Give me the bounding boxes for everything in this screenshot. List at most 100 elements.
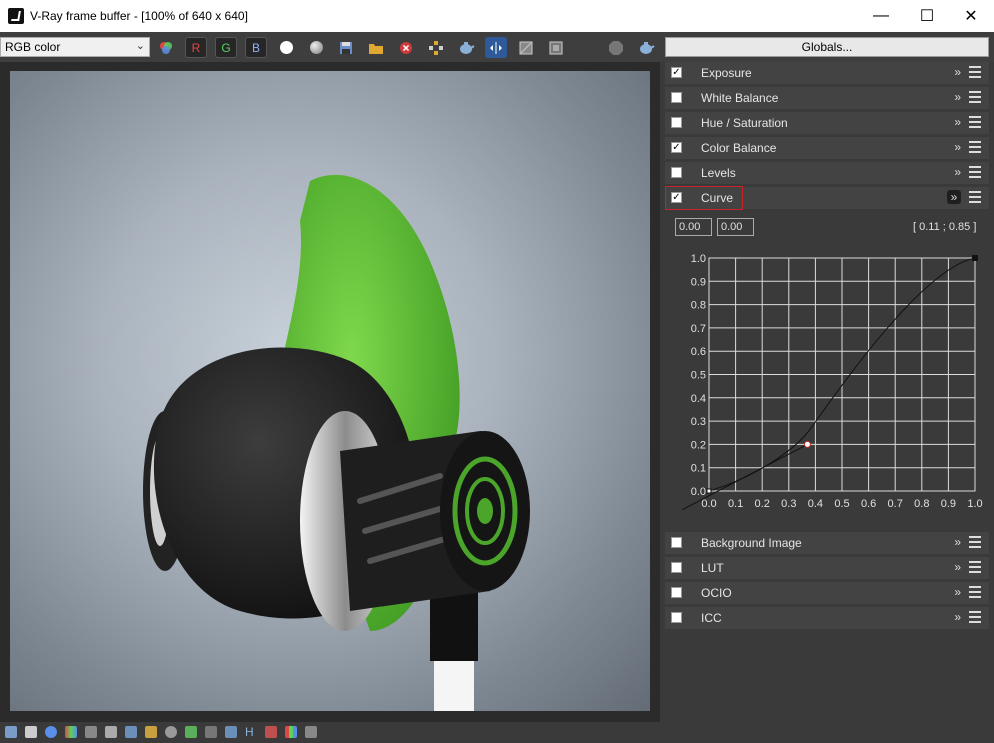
- menu-icon[interactable]: [969, 611, 981, 623]
- menu-icon[interactable]: [969, 166, 981, 178]
- curve-point-y-input[interactable]: 0.00: [717, 218, 754, 236]
- expand-chevrons-icon[interactable]: »: [954, 560, 961, 574]
- x-tick-label: 0.8: [914, 498, 929, 510]
- collapse-chevrons-icon[interactable]: »: [947, 190, 961, 204]
- render-button[interactable]: [455, 37, 477, 58]
- expand-chevrons-icon[interactable]: »: [954, 610, 961, 624]
- track-mouse-button[interactable]: [425, 37, 447, 58]
- menu-icon[interactable]: [969, 586, 981, 598]
- section-label: Hue / Saturation: [701, 116, 788, 130]
- section-label: ICC: [701, 611, 722, 625]
- stop-render-button[interactable]: [605, 37, 627, 58]
- alpha-button[interactable]: [275, 37, 297, 58]
- curve-icon[interactable]: [145, 726, 157, 738]
- expand-chevrons-icon[interactable]: »: [954, 65, 961, 79]
- background-image-checkbox[interactable]: [671, 537, 682, 548]
- y-tick-label: 0.3: [691, 416, 706, 428]
- lut-checkbox[interactable]: [671, 562, 682, 573]
- section-color-balance[interactable]: ✓ Color Balance »: [665, 137, 989, 159]
- lut-icon[interactable]: [225, 726, 237, 738]
- close-button[interactable]: ✕: [948, 0, 994, 32]
- section-ocio[interactable]: OCIO »: [665, 582, 989, 604]
- section-curve[interactable]: ✓ Curve »: [665, 186, 989, 210]
- menu-icon[interactable]: [969, 191, 981, 203]
- section-label: Levels: [701, 166, 736, 180]
- menu-icon[interactable]: [969, 141, 981, 153]
- curve-graph[interactable]: 0.0 0.1 0.2 0.3 0.4 0.5 0.6 0.7 0.8 0.9 1.0 0.0 0.1 0…: [665, 245, 989, 520]
- history-button[interactable]: [515, 37, 537, 58]
- expand-chevrons-icon[interactable]: »: [954, 165, 961, 179]
- rendered-image[interactable]: [10, 71, 650, 711]
- color-channels-icon[interactable]: [155, 37, 177, 58]
- info-icon[interactable]: [45, 726, 57, 738]
- y-tick-label: 1.0: [691, 253, 706, 265]
- exposure-checkbox[interactable]: ✓: [671, 67, 682, 78]
- chevron-down-icon: ⌄: [135, 40, 145, 52]
- menu-icon[interactable]: [969, 561, 981, 573]
- color-icon[interactable]: [65, 726, 77, 738]
- minimize-button[interactable]: —: [858, 0, 904, 32]
- clear-x-icon: [400, 41, 412, 54]
- menu-icon[interactable]: [969, 116, 981, 128]
- color-balance-checkbox[interactable]: ✓: [671, 142, 682, 153]
- section-background-image[interactable]: Background Image »: [665, 532, 989, 554]
- settings-icon[interactable]: [305, 726, 317, 738]
- menu-icon[interactable]: [969, 66, 981, 78]
- stereo-icon[interactable]: [265, 726, 277, 738]
- curve-editor-icon[interactable]: [205, 726, 217, 738]
- expand-chevrons-icon[interactable]: »: [954, 585, 961, 599]
- menu-icon[interactable]: [969, 536, 981, 548]
- white-balance-checkbox[interactable]: [671, 92, 682, 103]
- region-render-button[interactable]: [545, 37, 567, 58]
- render-history-icon[interactable]: [5, 726, 17, 738]
- levels-checkbox[interactable]: [671, 167, 682, 178]
- section-exposure[interactable]: ✓ Exposure »: [665, 62, 989, 84]
- compare-button[interactable]: [485, 37, 507, 58]
- section-icc[interactable]: ICC »: [665, 607, 989, 629]
- exposure-icon[interactable]: [165, 726, 177, 738]
- green-channel-button[interactable]: G: [215, 37, 237, 58]
- x-tick-label: 0.0: [701, 498, 716, 510]
- section-lut[interactable]: LUT »: [665, 557, 989, 579]
- globals-button[interactable]: Globals...: [665, 37, 989, 57]
- expand-chevrons-icon[interactable]: »: [954, 115, 961, 129]
- section-label: Background Image: [701, 536, 802, 550]
- expand-chevrons-icon[interactable]: »: [954, 90, 961, 104]
- rgb-icon[interactable]: [285, 726, 297, 738]
- blue-channel-button[interactable]: B: [245, 37, 267, 58]
- histogram-icon[interactable]: [125, 726, 137, 738]
- channel-select[interactable]: RGB color ⌄: [0, 37, 150, 57]
- teapot-icon: [460, 41, 475, 54]
- x-tick-label: 0.1: [728, 498, 743, 510]
- icc-checkbox[interactable]: [671, 612, 682, 623]
- ocio-checkbox[interactable]: [671, 587, 682, 598]
- vray-logo-icon: [8, 8, 24, 24]
- h-icon[interactable]: H: [245, 726, 257, 738]
- expand-chevrons-icon[interactable]: »: [954, 535, 961, 549]
- hue-saturation-checkbox[interactable]: [671, 117, 682, 128]
- image-history-icon: [519, 41, 533, 54]
- curve-checkbox[interactable]: ✓: [671, 192, 682, 203]
- y-tick-label: 0.4: [691, 393, 706, 405]
- red-channel-button[interactable]: R: [185, 37, 207, 58]
- interactive-render-button[interactable]: [635, 37, 657, 58]
- section-hue-saturation[interactable]: Hue / Saturation »: [665, 112, 989, 134]
- y-tick-label: 0.7: [691, 323, 706, 335]
- save-image-button[interactable]: [335, 37, 357, 58]
- hsl-icon[interactable]: [85, 726, 97, 738]
- clear-image-button[interactable]: [395, 37, 417, 58]
- expand-chevrons-icon[interactable]: »: [954, 140, 961, 154]
- curve-point-x-input[interactable]: 0.00: [675, 218, 712, 236]
- section-levels[interactable]: Levels »: [665, 162, 989, 184]
- cursor-coordinate-readout: [ 0.11 ; 0.85 ]: [913, 221, 977, 233]
- y-tick-label: 0.2: [691, 439, 706, 451]
- mono-button[interactable]: [305, 37, 327, 58]
- menu-icon[interactable]: [969, 91, 981, 103]
- open-image-button[interactable]: [365, 37, 387, 58]
- background-icon[interactable]: [185, 726, 197, 738]
- levels-icon[interactable]: [105, 726, 117, 738]
- maximize-button[interactable]: ☐: [904, 0, 950, 32]
- layers-icon[interactable]: [25, 726, 37, 738]
- y-tick-label: 0.6: [691, 346, 706, 358]
- section-white-balance[interactable]: White Balance »: [665, 87, 989, 109]
